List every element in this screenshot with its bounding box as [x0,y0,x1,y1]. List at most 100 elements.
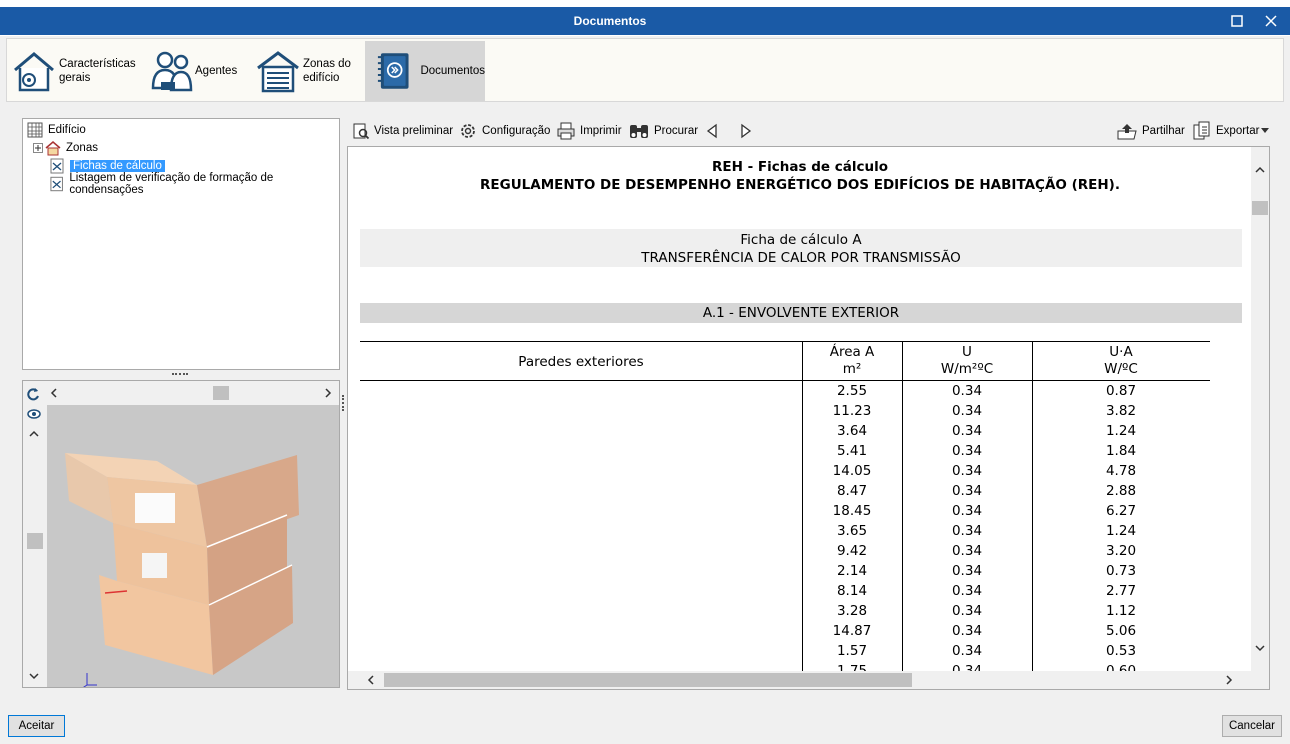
print-button[interactable]: Imprimir [556,120,622,142]
area-cell: 1.57 [836,643,868,659]
window-title: Documentos [573,14,647,28]
table-row: 9.42 0.34 3.20 [360,541,1210,561]
share-button[interactable]: Partilhar [1116,120,1185,142]
rotate-icon[interactable] [27,387,41,401]
col-area: Área A m² [802,342,902,381]
scroll-thumb[interactable] [1252,201,1268,215]
expand-plus-icon[interactable] [33,143,43,153]
accept-button[interactable]: Aceitar [8,715,65,737]
ua-cell: 4.78 [1105,463,1137,479]
chevron-right-icon[interactable] [323,388,333,398]
tree-label: Listagem de verificação de formação de c… [69,172,274,196]
share-icon [1117,124,1137,140]
preview-button[interactable]: Vista preliminar [352,120,453,142]
table-row: 8.47 0.34 2.88 [360,481,1210,501]
table-row: 1.75 0.34 0.60 [360,661,1210,671]
viewer-vscroll[interactable] [23,381,47,687]
u-cell: 0.34 [951,603,983,619]
tree-label: Zonas [66,142,98,154]
search-button[interactable]: Procurar [628,120,698,142]
splitter-handle-vertical[interactable] [342,395,346,411]
u-cell: 0.34 [951,423,983,439]
area-cell: 8.14 [836,583,868,599]
ua-cell: 2.77 [1105,583,1137,599]
col-ua-unit: W/ºC [1104,361,1138,377]
tree-item-edificio[interactable]: Edifício [27,121,86,139]
doc-subtitle: REGULAMENTO DE DESEMPENHO ENERGÉTICO DOS… [480,177,1120,193]
ribbon-zonas-do-edificio[interactable]: Zonas do edifício [255,41,365,101]
ficha-subtitle: TRANSFERÊNCIA DE CALOR POR TRANSMISSÃO [641,250,961,266]
dialog-footer: Aceitar Cancelar [0,708,1290,744]
ribbon-caracteristicas-gerais[interactable]: Características gerais [11,41,147,101]
table-header: Paredes exteriores Área A m² U W/m²ºC U·… [360,341,1210,381]
toolbar-label: Imprimir [580,125,622,137]
ribbon-label: Zonas do edifício [303,58,351,84]
chevron-up-icon[interactable] [1255,165,1265,175]
chevron-left-icon[interactable] [366,675,376,685]
tree-label: Fichas de cálculo [70,160,165,172]
doc-hscroll[interactable] [348,671,1269,689]
table-row: 14.05 0.34 4.78 [360,461,1210,481]
house-icon [45,141,61,156]
ficha-header: Ficha de cálculo A TRANSFERÊNCIA DE CALO… [360,229,1242,267]
ua-cell: 5.06 [1105,623,1137,639]
u-cell: 0.34 [951,503,983,519]
preview-icon [353,123,370,140]
chevron-down-icon[interactable] [29,671,39,681]
tree-panel: Edifício Zonas Fichas de cálculo Listage… [22,118,340,370]
document-viewer[interactable]: REH - Fichas de cálculo REGULAMENTO DE D… [347,146,1270,690]
ua-cell: 0.87 [1105,383,1137,399]
u-cell: 0.34 [951,643,983,659]
report-icon [50,158,64,174]
eye-icon[interactable] [27,407,41,421]
ua-cell: 0.60 [1105,663,1137,671]
chevron-down-icon[interactable] [1255,643,1265,653]
scroll-thumb[interactable] [213,386,229,400]
table-row: 2.55 0.34 0.87 [360,381,1210,401]
col-ua-label: U·A [1109,344,1133,360]
chevron-up-icon[interactable] [29,429,39,439]
u-cell: 0.34 [951,463,983,479]
close-icon[interactable] [1260,10,1282,32]
table-row: 11.23 0.34 3.82 [360,401,1210,421]
scroll-thumb[interactable] [27,533,43,549]
doc-title: REH - Fichas de cálculo [711,159,888,175]
model-viewer[interactable] [22,380,340,688]
ribbon-label: Agentes [195,65,238,77]
doc-vscroll[interactable] [1251,147,1269,671]
table-row: 14.87 0.34 5.06 [360,621,1210,641]
area-cell: 3.65 [836,523,868,539]
prev-page-button[interactable] [704,120,724,142]
config-button[interactable]: Configuração [458,120,550,142]
tree-item-listagem[interactable]: Listagem de verificação de formação de c… [49,172,339,196]
splitter-handle[interactable] [172,373,188,377]
export-icon [1193,121,1210,140]
col-u-label: U [962,344,972,360]
tree-item-zonas[interactable]: Zonas [33,139,98,157]
next-page-button[interactable] [738,120,758,142]
cancel-button[interactable]: Cancelar [1222,715,1282,737]
area-cell: 2.55 [836,383,868,399]
ribbon-documentos[interactable]: Documentos [365,41,485,101]
table-row: 2.14 0.34 0.73 [360,561,1210,581]
gear-icon [461,124,475,138]
col-area-unit: m² [842,361,862,377]
export-button[interactable]: Exportar [1192,120,1273,142]
u-cell: 0.34 [951,403,983,419]
ribbon-agentes[interactable]: Agentes [147,41,247,101]
table-row: 3.28 0.34 1.12 [360,601,1210,621]
toolbar-label: Configuração [482,125,551,137]
col-u-unit: W/m²ºC [940,361,994,377]
maximize-icon[interactable] [1226,10,1248,32]
people-icon [151,51,193,92]
u-cell: 0.34 [951,623,983,639]
chevron-right-icon[interactable] [1224,675,1234,685]
area-cell: 9.42 [836,543,868,559]
table-row: 3.65 0.34 1.24 [360,521,1210,541]
chevron-left-icon[interactable] [49,388,59,398]
ua-cell: 1.24 [1105,423,1137,439]
scroll-thumb[interactable] [384,673,912,687]
area-cell: 14.05 [832,463,872,479]
col-ua: U·A W/ºC [1032,342,1210,381]
viewer-hscroll[interactable] [23,381,339,405]
